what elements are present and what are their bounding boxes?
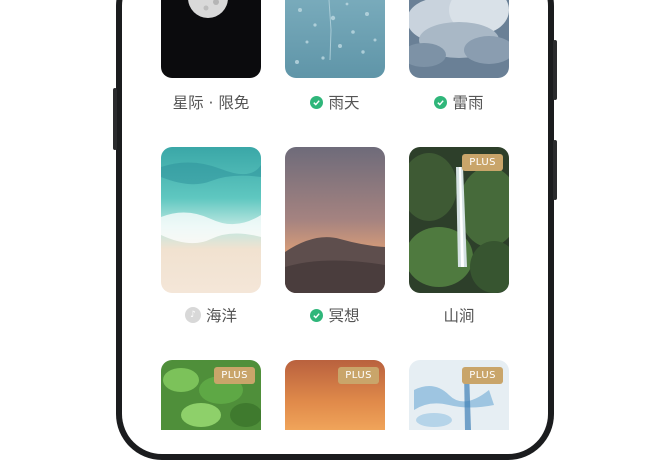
scene-card-sunset[interactable]: PLUS	[285, 360, 385, 430]
scene-card-mountain-stream[interactable]: PLUS	[409, 147, 509, 293]
scene-card-meditation[interactable]	[285, 147, 385, 293]
volume-button	[113, 88, 117, 150]
desert-dusk-image	[285, 147, 385, 293]
scene-card-interstellar[interactable]	[161, 0, 261, 78]
scene-name: 雷雨	[452, 94, 484, 112]
scene-name: 星际 · 限免	[172, 94, 250, 112]
clouds-image	[409, 0, 509, 78]
plus-badge: PLUS	[214, 367, 255, 384]
check-icon	[310, 308, 324, 322]
check-icon	[310, 95, 324, 109]
scene-name: 冥想	[328, 307, 360, 325]
scene-card-ocean[interactable]	[161, 147, 261, 293]
scene-label-rainy: 雨天	[265, 91, 405, 113]
power-button-upper	[553, 40, 557, 100]
scene-name: 雨天	[328, 94, 360, 112]
scene-name: 山涧	[443, 307, 475, 325]
plus-badge: PLUS	[462, 367, 503, 384]
moon-image	[161, 0, 261, 78]
scene-card-thunderstorm[interactable]	[409, 0, 509, 78]
scene-card-rainy[interactable]	[285, 0, 385, 78]
raindrops-image	[285, 0, 385, 78]
ocean-image	[161, 147, 261, 293]
scene-label-interstellar: 星际 · 限免	[141, 91, 281, 113]
scene-label-ocean: ♪ 海洋	[141, 304, 281, 326]
scene-label-mountain-stream: 山涧	[389, 304, 529, 326]
plus-badge: PLUS	[338, 367, 379, 384]
scene-name: 海洋	[205, 307, 237, 325]
scene-card-leaves[interactable]: PLUS	[161, 360, 261, 430]
scene-card-watercolor[interactable]: PLUS	[409, 360, 509, 430]
scene-label-meditation: 冥想	[265, 304, 405, 326]
check-icon	[434, 95, 448, 109]
plus-badge: PLUS	[462, 154, 503, 171]
scene-label-thunderstorm: 雷雨	[389, 91, 529, 113]
power-button-lower	[553, 140, 557, 200]
music-icon: ♪	[184, 307, 201, 323]
